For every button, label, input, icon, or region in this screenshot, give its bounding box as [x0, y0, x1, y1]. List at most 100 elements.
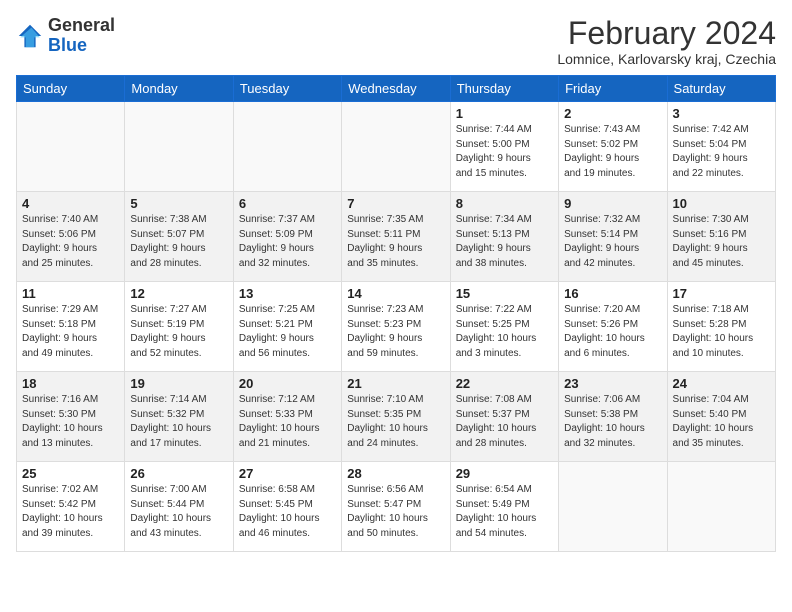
- day-number: 12: [130, 286, 227, 301]
- weekday-header-row: SundayMondayTuesdayWednesdayThursdayFrid…: [17, 76, 776, 102]
- day-number: 29: [456, 466, 553, 481]
- calendar-day-cell: 24 Sunrise: 7:04 AM Sunset: 5:40 PM Dayli…: [667, 372, 775, 462]
- calendar-day-cell: 10Sunrise: 7:30 AM Sunset: 5:16 PM Dayli…: [667, 192, 775, 282]
- day-number: 9: [564, 196, 661, 211]
- calendar-day-cell: 2 Sunrise: 7:43 AM Sunset: 5:02 PM Daylig…: [559, 102, 667, 192]
- day-info: Sunrise: 7:10 AM Sunset: 5:35 PM Dayligh…: [347, 393, 444, 451]
- weekday-header: Tuesday: [233, 76, 341, 102]
- day-info: Sunrise: 7:20 AM Sunset: 5:26 PM Dayligh…: [564, 303, 661, 361]
- day-info: Sunrise: 7:25 AM Sunset: 5:21 PM Dayligh…: [239, 303, 336, 361]
- day-info: Sunrise: 7:12 AM Sunset: 5:33 PM Dayligh…: [239, 393, 336, 451]
- calendar-day-cell: [342, 102, 450, 192]
- calendar-day-cell: 22Sunrise: 7:08 AM Sunset: 5:37 PM Dayli…: [450, 372, 558, 462]
- calendar-day-cell: 11 Sunrise: 7:29 AM Sunset: 5:18 PM Dayli…: [17, 282, 125, 372]
- day-number: 6: [239, 196, 336, 211]
- logo-text: General Blue: [48, 16, 115, 56]
- day-number: 13: [239, 286, 336, 301]
- day-number: 4: [22, 196, 119, 211]
- day-number: 26: [130, 466, 227, 481]
- calendar-week-row: 25 Sunrise: 7:02 AM Sunset: 5:42 PM Dayli…: [17, 462, 776, 552]
- day-number: 10: [673, 196, 770, 211]
- page-header: General Blue February 2024 Lomnice, Karl…: [16, 16, 776, 67]
- calendar-week-row: 4 Sunrise: 7:40 AM Sunset: 5:06 PM Daylig…: [17, 192, 776, 282]
- day-info: Sunrise: 7:44 AM Sunset: 5:00 PM Dayligh…: [456, 123, 553, 181]
- logo-icon: [16, 22, 44, 50]
- calendar-day-cell: 26 Sunrise: 7:00 AM Sunset: 5:44 PM Dayli…: [125, 462, 233, 552]
- day-number: 25: [22, 466, 119, 481]
- weekday-header: Sunday: [17, 76, 125, 102]
- calendar-day-cell: [125, 102, 233, 192]
- day-info: Sunrise: 7:08 AM Sunset: 5:37 PM Dayligh…: [456, 393, 553, 451]
- day-info: Sunrise: 7:23 AM Sunset: 5:23 PM Dayligh…: [347, 303, 444, 361]
- calendar-day-cell: 25 Sunrise: 7:02 AM Sunset: 5:42 PM Dayli…: [17, 462, 125, 552]
- calendar-day-cell: 18Sunrise: 7:16 AM Sunset: 5:30 PM Dayli…: [17, 372, 125, 462]
- day-number: 28: [347, 466, 444, 481]
- location: Lomnice, Karlovarsky kraj, Czechia: [557, 51, 776, 67]
- day-info: Sunrise: 7:02 AM Sunset: 5:42 PM Dayligh…: [22, 483, 119, 541]
- day-info: Sunrise: 6:56 AM Sunset: 5:47 PM Dayligh…: [347, 483, 444, 541]
- calendar-day-cell: [559, 462, 667, 552]
- title-block: February 2024 Lomnice, Karlovarsky kraj,…: [557, 16, 776, 67]
- calendar-day-cell: 20 Sunrise: 7:12 AM Sunset: 5:33 PM Dayli…: [233, 372, 341, 462]
- logo-blue: Blue: [48, 35, 87, 55]
- weekday-header: Friday: [559, 76, 667, 102]
- day-number: 3: [673, 106, 770, 121]
- weekday-header: Thursday: [450, 76, 558, 102]
- calendar-week-row: 11 Sunrise: 7:29 AM Sunset: 5:18 PM Dayli…: [17, 282, 776, 372]
- day-info: Sunrise: 6:54 AM Sunset: 5:49 PM Dayligh…: [456, 483, 553, 541]
- day-number: 18: [22, 376, 119, 391]
- calendar-day-cell: 8Sunrise: 7:34 AM Sunset: 5:13 PM Daylig…: [450, 192, 558, 282]
- day-number: 20: [239, 376, 336, 391]
- calendar-day-cell: 17 Sunrise: 7:18 AM Sunset: 5:28 PM Dayli…: [667, 282, 775, 372]
- day-info: Sunrise: 7:14 AM Sunset: 5:32 PM Dayligh…: [130, 393, 227, 451]
- day-info: Sunrise: 7:22 AM Sunset: 5:25 PM Dayligh…: [456, 303, 553, 361]
- day-number: 16: [564, 286, 661, 301]
- calendar-day-cell: 21Sunrise: 7:10 AM Sunset: 5:35 PM Dayli…: [342, 372, 450, 462]
- weekday-header: Monday: [125, 76, 233, 102]
- calendar-day-cell: 28 Sunrise: 6:56 AM Sunset: 5:47 PM Dayli…: [342, 462, 450, 552]
- logo-general: General: [48, 15, 115, 35]
- calendar-day-cell: [17, 102, 125, 192]
- day-info: Sunrise: 7:40 AM Sunset: 5:06 PM Dayligh…: [22, 213, 119, 271]
- day-number: 15: [456, 286, 553, 301]
- day-number: 19: [130, 376, 227, 391]
- day-info: Sunrise: 7:35 AM Sunset: 5:11 PM Dayligh…: [347, 213, 444, 271]
- calendar-day-cell: 4 Sunrise: 7:40 AM Sunset: 5:06 PM Daylig…: [17, 192, 125, 282]
- calendar-day-cell: 29 Sunrise: 6:54 AM Sunset: 5:49 PM Dayli…: [450, 462, 558, 552]
- day-info: Sunrise: 7:27 AM Sunset: 5:19 PM Dayligh…: [130, 303, 227, 361]
- calendar-day-cell: 27 Sunrise: 6:58 AM Sunset: 5:45 PM Dayli…: [233, 462, 341, 552]
- day-number: 11: [22, 286, 119, 301]
- month-year: February 2024: [557, 16, 776, 51]
- calendar-day-cell: 19 Sunrise: 7:14 AM Sunset: 5:32 PM Dayli…: [125, 372, 233, 462]
- calendar-day-cell: [233, 102, 341, 192]
- calendar-week-row: 18Sunrise: 7:16 AM Sunset: 5:30 PM Dayli…: [17, 372, 776, 462]
- calendar-day-cell: 3 Sunrise: 7:42 AM Sunset: 5:04 PM Daylig…: [667, 102, 775, 192]
- day-number: 2: [564, 106, 661, 121]
- calendar-table: SundayMondayTuesdayWednesdayThursdayFrid…: [16, 75, 776, 552]
- day-info: Sunrise: 7:18 AM Sunset: 5:28 PM Dayligh…: [673, 303, 770, 361]
- day-number: 27: [239, 466, 336, 481]
- day-info: Sunrise: 7:37 AM Sunset: 5:09 PM Dayligh…: [239, 213, 336, 271]
- calendar-day-cell: [667, 462, 775, 552]
- day-info: Sunrise: 7:04 AM Sunset: 5:40 PM Dayligh…: [673, 393, 770, 451]
- day-info: Sunrise: 7:43 AM Sunset: 5:02 PM Dayligh…: [564, 123, 661, 181]
- day-info: Sunrise: 7:29 AM Sunset: 5:18 PM Dayligh…: [22, 303, 119, 361]
- calendar-day-cell: 6 Sunrise: 7:37 AM Sunset: 5:09 PM Daylig…: [233, 192, 341, 282]
- day-number: 24: [673, 376, 770, 391]
- day-info: Sunrise: 6:58 AM Sunset: 5:45 PM Dayligh…: [239, 483, 336, 541]
- weekday-header: Wednesday: [342, 76, 450, 102]
- day-number: 1: [456, 106, 553, 121]
- day-info: Sunrise: 7:06 AM Sunset: 5:38 PM Dayligh…: [564, 393, 661, 451]
- day-info: Sunrise: 7:42 AM Sunset: 5:04 PM Dayligh…: [673, 123, 770, 181]
- day-info: Sunrise: 7:38 AM Sunset: 5:07 PM Dayligh…: [130, 213, 227, 271]
- calendar-day-cell: 5Sunrise: 7:38 AM Sunset: 5:07 PM Daylig…: [125, 192, 233, 282]
- logo: General Blue: [16, 16, 115, 56]
- day-number: 17: [673, 286, 770, 301]
- day-number: 14: [347, 286, 444, 301]
- calendar-day-cell: 14 Sunrise: 7:23 AM Sunset: 5:23 PM Dayli…: [342, 282, 450, 372]
- day-info: Sunrise: 7:34 AM Sunset: 5:13 PM Dayligh…: [456, 213, 553, 271]
- calendar-day-cell: 23Sunrise: 7:06 AM Sunset: 5:38 PM Dayli…: [559, 372, 667, 462]
- day-info: Sunrise: 7:00 AM Sunset: 5:44 PM Dayligh…: [130, 483, 227, 541]
- calendar-day-cell: 13 Sunrise: 7:25 AM Sunset: 5:21 PM Dayli…: [233, 282, 341, 372]
- calendar-day-cell: 7Sunrise: 7:35 AM Sunset: 5:11 PM Daylig…: [342, 192, 450, 282]
